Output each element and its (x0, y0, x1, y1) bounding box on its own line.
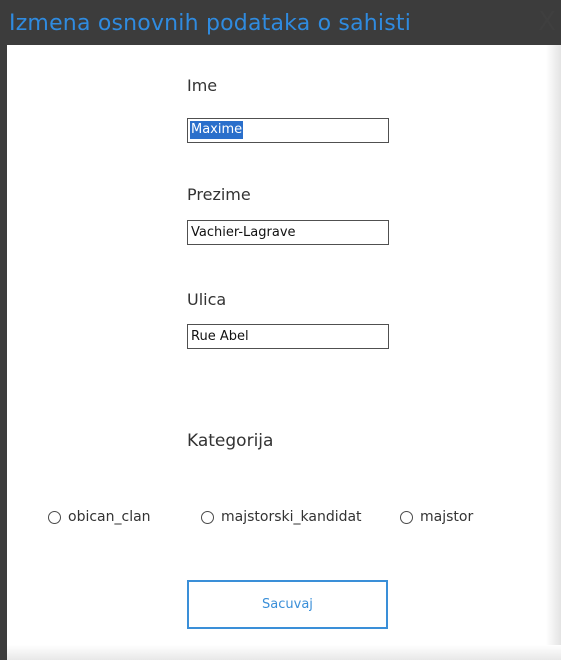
window-left-border (0, 45, 7, 660)
close-icon[interactable]: X (535, 8, 559, 36)
radio-circle-icon[interactable] (48, 510, 61, 524)
radio-majstorski-kandidat[interactable]: majstorski_kandidat (201, 507, 362, 527)
window-bottom-shadow (7, 645, 561, 660)
title-bar[interactable]: Izmena osnovnih podataka o sahisti X (0, 0, 561, 45)
window-right-shadow (546, 45, 561, 660)
radio-circle-icon[interactable] (201, 510, 214, 524)
radio-majstorski-kandidat-label: majstorski_kandidat (221, 509, 362, 525)
prezime-field[interactable] (187, 220, 389, 245)
radio-obican-clan-label: obican_clan (68, 509, 151, 525)
radio-circle-icon[interactable] (400, 510, 413, 524)
radio-majstor[interactable]: majstor (400, 507, 473, 527)
kategorija-label: Kategorija (187, 431, 274, 451)
ulica-field[interactable] (187, 324, 389, 349)
ime-label: Ime (187, 76, 218, 95)
save-button[interactable]: Sacuvaj (187, 580, 388, 629)
window-title: Izmena osnovnih podataka o sahisti (9, 11, 412, 36)
ime-field[interactable]: Maxime (187, 118, 389, 143)
radio-obican-clan[interactable]: obican_clan (48, 507, 151, 527)
prezime-label: Prezime (187, 185, 251, 204)
edit-player-dialog: Izmena osnovnih podataka o sahisti X Ime… (0, 0, 561, 660)
radio-majstor-label: majstor (420, 509, 474, 525)
ulica-label: Ulica (187, 290, 227, 309)
ime-field-value: Maxime (190, 121, 244, 139)
